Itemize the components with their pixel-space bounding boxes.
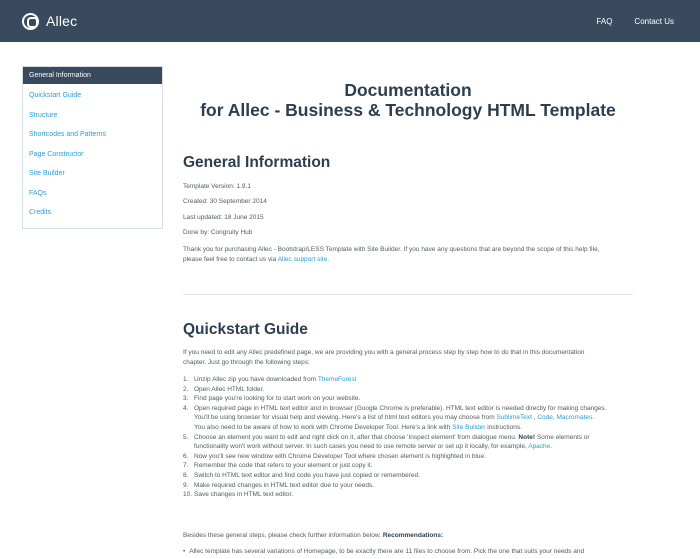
step-text: Find page you're looking for to start wo…	[194, 395, 361, 403]
step-number: 3.	[183, 395, 189, 403]
thanks-end: .	[327, 256, 329, 263]
step-item: 7. Remember the code that refers to your …	[183, 461, 633, 471]
sidebar-item-structure[interactable]: Structure	[23, 106, 162, 126]
themeforest-link[interactable]: ThemeForest	[318, 376, 357, 383]
step-item-continued: You'll be using browser for visual help …	[183, 413, 633, 423]
step-item: 2. Open Allec HTML folder.	[183, 385, 633, 395]
page-title-line-2: for Allec - Business & Technology HTML T…	[200, 100, 616, 120]
step-number: 6.	[183, 452, 189, 460]
quickstart-intro-line-2: chapter. Just go through the following s…	[183, 359, 310, 366]
step-text: Remember the code that refers to your el…	[194, 462, 373, 470]
created-date: Created: 30 September 2014	[183, 198, 267, 205]
nav-link-faq[interactable]: FAQ	[596, 17, 612, 26]
sidebar-item-site-builder[interactable]: Site Builder	[23, 164, 162, 184]
template-version: Template Version: 1.9.1	[183, 183, 251, 190]
step-item: 1. Unzip Allec zip you have downloaded fr…	[183, 375, 633, 385]
step-text: Make required changes in HTML text edito…	[194, 481, 375, 489]
sidebar-item-quickstart-guide[interactable]: Quickstart Guide	[23, 86, 162, 106]
thanks-paragraph: Thank you for purchasing Allec - Bootstr…	[183, 245, 633, 265]
documentation-sidebar: General Information Quickstart Guide Str…	[22, 66, 163, 229]
recommendations-label: Recommendations:	[382, 532, 444, 539]
step-item: 6. Now you'll see new window with Chrome …	[183, 452, 633, 462]
allec-logo-icon	[22, 12, 39, 30]
step-text-end: Some elements or	[535, 433, 590, 441]
step-text: Choose an element you want to edit and r…	[194, 433, 519, 441]
last-updated-date: Last updated: 18 June 2015	[183, 214, 264, 221]
quickstart-steps-list: 1. Unzip Allec zip you have downloaded fr…	[183, 375, 633, 500]
step-item: 3. Find page you're looking for to start …	[183, 394, 633, 404]
step-number: 5.	[183, 433, 189, 441]
step-text-end: instructions.	[485, 423, 522, 431]
step-text: functionality won't work without server.…	[194, 443, 529, 451]
main-content: Documentation for Allec - Business & Tec…	[183, 80, 633, 555]
apache-link[interactable]: Apache	[528, 443, 550, 450]
step-number: 8.	[183, 471, 189, 479]
section-heading-quickstart-guide: Quickstart Guide	[183, 321, 308, 338]
step-item: 9. Make required changes in HTML text edi…	[183, 481, 633, 491]
step-text: Save changes in HTML text editor.	[194, 491, 294, 499]
code-link[interactable]: Code	[537, 414, 553, 421]
thanks-line-2: please feel free to contact us via Allec…	[183, 255, 633, 265]
step-item-continued: functionality won't work without server.…	[183, 442, 633, 452]
sidebar-item-shortcodes-and-patterns[interactable]: Shortcodes and Patterns	[23, 125, 162, 145]
step-number: 10.	[183, 491, 193, 499]
quickstart-intro-line-1: If you need to edit any Allec predefined…	[183, 349, 585, 356]
recommendation-bullet: Allec template has several variations of…	[183, 547, 633, 557]
step-text: You'll be using browser for visual help …	[194, 414, 497, 422]
step-number: 2.	[183, 385, 189, 393]
step-number: 7.	[183, 462, 189, 470]
sidebar-item-credits[interactable]: Credits	[23, 203, 162, 223]
step-item: 10. Save changes in HTML text editor.	[183, 490, 633, 500]
step-text: Unzip Allec zip you have downloaded from	[194, 376, 318, 383]
sidebar-item-faqs[interactable]: FAQs	[23, 184, 162, 204]
besides-paragraph: Besides these general steps, please chec…	[183, 531, 633, 541]
step-number: 9.	[183, 481, 189, 489]
author: Done by: Congruity Hub	[183, 229, 253, 236]
step-text: Open required page in HTML text editor a…	[194, 404, 607, 412]
quickstart-intro: If you need to edit any Allec predefined…	[183, 348, 633, 368]
page-title: Documentation for Allec - Business & Tec…	[183, 80, 633, 120]
brand-name: Allec	[46, 13, 78, 29]
step-item: 5. Choose an element you want to edit and…	[183, 433, 633, 443]
step-text: Now you'll see new window with Chrome De…	[194, 452, 486, 460]
step-text: You also need to be aware of how to work…	[194, 423, 453, 431]
brand-logo[interactable]: Allec	[22, 10, 77, 32]
step-item: 8. Switch to HTML text editor and find co…	[183, 471, 633, 481]
site-builder-link[interactable]: Site Builder	[452, 424, 485, 431]
step-text: Switch to HTML text editor and find code…	[194, 471, 420, 479]
step-item: 4. Open required page in HTML text editor…	[183, 404, 633, 414]
support-site-link[interactable]: Allec support site	[278, 256, 328, 263]
section-heading-general-information: General Information	[183, 154, 331, 171]
step-text-end: .	[592, 414, 595, 422]
besides-text: Besides these general steps, please chec…	[183, 532, 383, 539]
macromates-link[interactable]: Macromates	[556, 414, 592, 421]
section-divider	[183, 294, 633, 295]
sidebar-item-general-information[interactable]: General Information	[23, 67, 162, 84]
top-nav: FAQ Contact Us	[574, 0, 674, 42]
note-label: Note!	[518, 433, 536, 441]
step-number: 4.	[183, 404, 189, 412]
top-navigation-bar: Allec FAQ Contact Us	[0, 0, 700, 42]
nav-link-contact-us[interactable]: Contact Us	[634, 17, 674, 26]
step-number: 1.	[183, 376, 189, 383]
step-item-continued: You also need to be aware of how to work…	[183, 423, 633, 433]
step-text-end: .	[550, 443, 553, 451]
sublimetext-link[interactable]: SublimeText	[496, 414, 531, 421]
step-text: Open Allec HTML folder.	[194, 385, 265, 393]
thanks-line-1: Thank you for purchasing Allec - Bootstr…	[183, 246, 600, 253]
sidebar-item-page-constructor[interactable]: Page Constructor	[23, 145, 162, 165]
page-title-line-1: Documentation	[344, 80, 472, 100]
thanks-text: please feel free to contact us via	[183, 256, 277, 263]
